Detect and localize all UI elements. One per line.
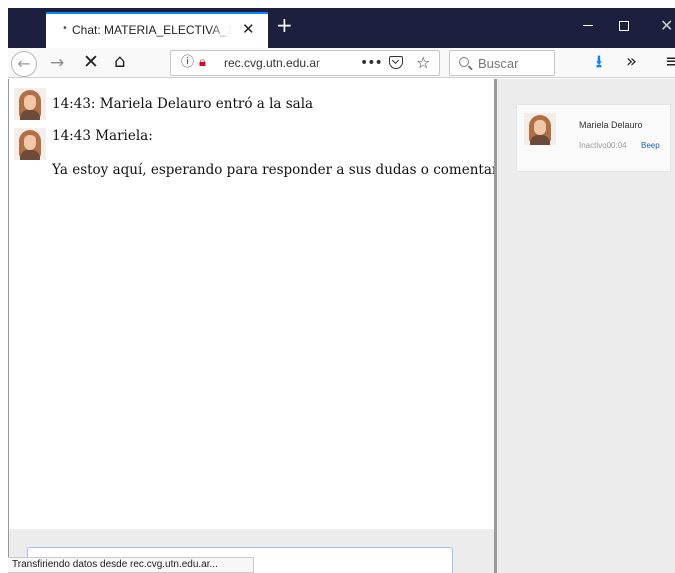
back-arrow-icon[interactable]: ←: [11, 51, 37, 77]
avatar: [14, 128, 46, 160]
chat-messages-pane: [9, 79, 494, 529]
insecure-lock-icon[interactable]: 🔒︎: [199, 54, 206, 72]
chat-message-author: 14:43 Mariela:: [52, 128, 153, 144]
forward-arrow-icon[interactable]: →: [50, 52, 64, 74]
download-icon[interactable]: ⭳: [596, 51, 602, 73]
bookmark-star-icon[interactable]: ☆: [416, 53, 430, 73]
user-status: Inactivo00:04: [579, 141, 627, 150]
loading-dot-icon: •: [62, 23, 68, 34]
close-window-icon[interactable]: ✕: [660, 16, 673, 36]
user-name: Mariela Delauro: [579, 120, 643, 130]
search-icon: [459, 57, 469, 67]
home-icon[interactable]: ⌂: [114, 50, 125, 74]
avatar: [524, 113, 556, 145]
search-input[interactable]: Buscar: [449, 50, 555, 76]
stop-icon[interactable]: ✕: [83, 50, 99, 74]
overflow-icon[interactable]: »: [626, 50, 637, 74]
close-tab-icon[interactable]: ✕: [242, 19, 255, 39]
info-icon[interactable]: ⓘ: [181, 55, 194, 71]
tab-title: Chat: MATERIA_ELECTIVA_1C-2: [72, 23, 232, 37]
chat-message: Ya estoy aquí, esperando para responder …: [52, 162, 518, 178]
new-tab-plus-icon[interactable]: +: [276, 15, 293, 35]
url-bar[interactable]: ⓘ 🔒︎ rec.cvg.utn.edu.ar ••• ☆: [170, 50, 440, 76]
chat-message: 14:43: Mariela Delauro entró a la sala: [52, 96, 314, 112]
status-bar: Transfiriendo datos desde rec.cvg.utn.ed…: [8, 557, 254, 573]
search-placeholder: Buscar: [478, 56, 519, 71]
page-actions-icon[interactable]: •••: [360, 54, 383, 72]
browser-tab[interactable]: • Chat: MATERIA_ELECTIVA_1C-2 ✕: [46, 12, 268, 48]
hamburger-menu-icon[interactable]: ≡: [665, 50, 675, 74]
url-text[interactable]: rec.cvg.utn.edu.ar: [224, 56, 328, 72]
avatar: [14, 88, 46, 120]
beep-link[interactable]: Beep: [641, 141, 660, 150]
pocket-icon[interactable]: [389, 56, 403, 69]
maximize-icon[interactable]: [619, 21, 629, 31]
minimize-icon[interactable]: [583, 25, 593, 26]
